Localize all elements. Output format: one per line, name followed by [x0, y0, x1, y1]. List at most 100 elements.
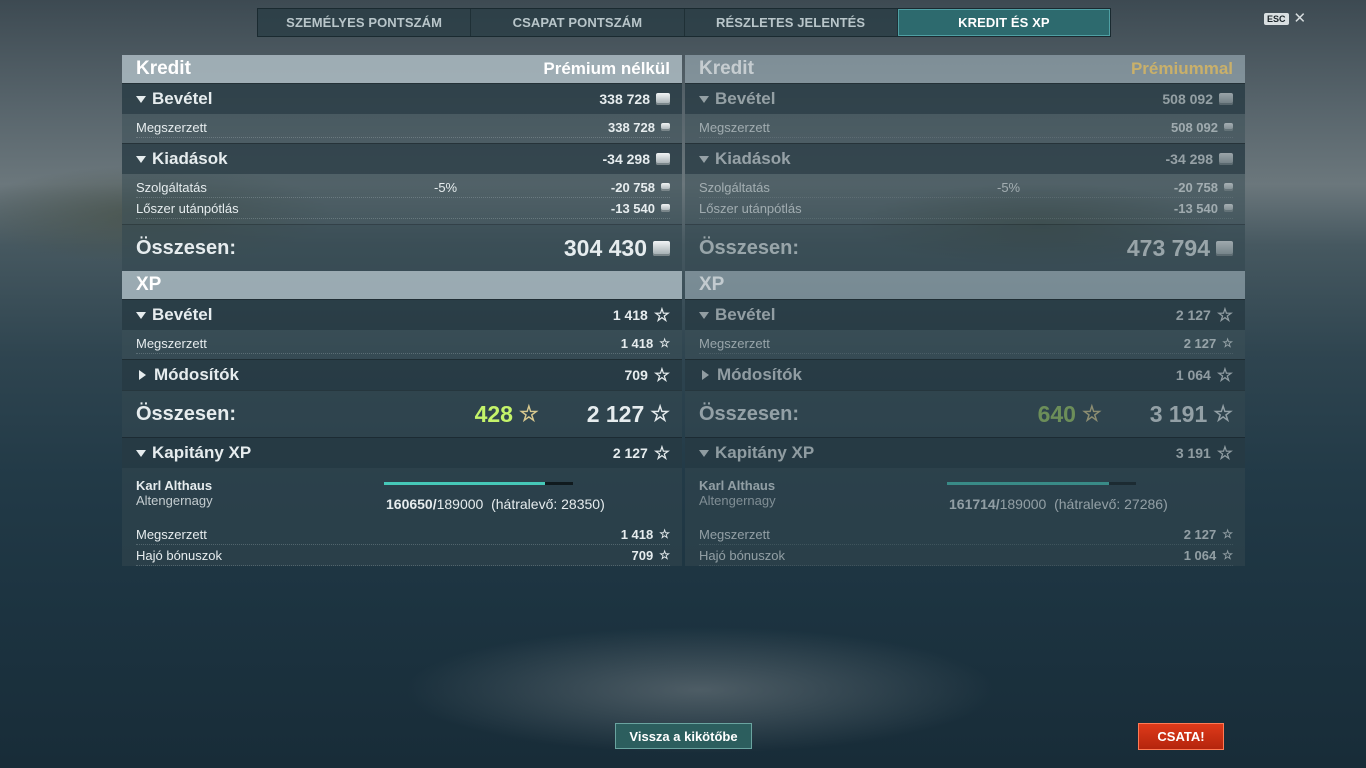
xp-earned-label: Megszerzett	[699, 335, 770, 351]
credit-expenses-row[interactable]: Kiadások -34 298	[122, 143, 682, 174]
xp-earned-value: 2 127	[1183, 335, 1217, 351]
tab-personal-score[interactable]: SZEMÉLYES PONTSZÁM	[258, 9, 472, 36]
tab-credit-xp[interactable]: KREDIT ÉS XP	[897, 9, 1110, 36]
credit-income-row[interactable]: Bevétel 338 728	[122, 83, 682, 114]
earned-line: Megszerzett 508 092	[699, 117, 1233, 138]
star-icon: ☆	[653, 365, 670, 385]
credit-coin-icon	[1219, 153, 1233, 165]
star-icon: ☆	[653, 305, 670, 325]
total-label: Összesen:	[699, 236, 800, 259]
ammo-value: -13 540	[1173, 200, 1218, 216]
star-icon: ☆	[1213, 401, 1233, 426]
progress-fill	[384, 482, 545, 485]
star-icon: ☆	[1216, 305, 1233, 325]
xp-income-row[interactable]: Bevétel 1 418 ☆	[122, 299, 682, 330]
chevron-down-icon	[699, 449, 709, 457]
progress-current: 160650/	[386, 496, 437, 512]
xp-header: XP	[122, 271, 682, 299]
income-label: Bevétel	[152, 89, 213, 108]
total-label: Összesen:	[136, 236, 237, 259]
back-to-port-button[interactable]: Vissza a kikötőbe	[615, 723, 752, 749]
captain-earned-line: Megszerzett 1 418 ☆	[136, 524, 670, 545]
captain-xp-row[interactable]: Kapitány XP 2 127 ☆	[122, 437, 682, 468]
ammo-value: -13 540	[610, 200, 655, 216]
credit-coin-icon	[1224, 204, 1233, 212]
xp-bonus-value: 640	[1037, 400, 1076, 427]
ship-bonus-line: Hajó bónuszok 709 ☆	[136, 545, 670, 566]
tab-team-score[interactable]: CSAPAT PONTSZÁM	[471, 9, 685, 36]
expenses-label: Kiadások	[715, 149, 791, 168]
income-value: 508 092	[1162, 91, 1213, 107]
progress-fill	[947, 482, 1109, 485]
ship-bonus-value: 709	[631, 547, 654, 563]
service-percent: -5%	[997, 180, 1021, 195]
captain-earned-label: Megszerzett	[699, 526, 770, 542]
captain-xp-value: 2 127	[612, 445, 648, 461]
service-line: Szolgáltatás -5% -20 758	[136, 177, 670, 198]
credit-total-value: 473 794	[1126, 234, 1210, 261]
income-details: Megszerzett 338 728	[122, 114, 682, 143]
battle-button[interactable]: CSATA!	[1138, 723, 1224, 750]
modifiers-label: Módosítók	[717, 365, 802, 384]
credit-coin-icon	[1216, 240, 1233, 256]
earned-value: 338 728	[608, 119, 655, 135]
xp-total-value: 2 127	[586, 400, 645, 427]
credit-income-row[interactable]: Bevétel 508 092	[685, 83, 1245, 114]
chevron-down-icon	[136, 95, 146, 103]
service-label: Szolgáltatás	[699, 179, 770, 195]
xp-title: XP	[699, 274, 725, 295]
income-value: 338 728	[599, 91, 650, 107]
chevron-down-icon	[699, 95, 709, 103]
chevron-down-icon	[699, 155, 709, 163]
expenses-value: -34 298	[602, 151, 650, 167]
credit-coin-icon	[661, 183, 670, 191]
ammo-label: Lőszer utánpótlás	[699, 200, 802, 216]
credit-mode: Prémium nélkül	[543, 59, 670, 78]
xp-income-row[interactable]: Bevétel 2 127 ☆	[685, 299, 1245, 330]
total-label: Összesen:	[699, 402, 800, 425]
close-icon[interactable]: ✕	[1294, 11, 1307, 26]
earned-label: Megszerzett	[136, 119, 207, 135]
modifiers-row[interactable]: Módosítók 709 ☆	[122, 359, 682, 390]
captain-progress-text: 160650/189000 (hátralevő: 28350)	[386, 496, 605, 512]
star-icon: ☆	[1216, 443, 1233, 463]
xp-title: XP	[136, 274, 162, 295]
star-icon: ☆	[650, 401, 670, 426]
xp-total-value: 3 191	[1149, 400, 1208, 427]
expenses-details: Szolgáltatás -5% -20 758 Lőszer utánpótl…	[685, 174, 1245, 224]
close-control[interactable]: ESC ✕	[1264, 11, 1307, 26]
income-details: Megszerzett 508 092	[685, 114, 1245, 143]
xp-income-label: Bevétel	[152, 305, 213, 324]
ship-bonus-label: Hajó bónuszok	[136, 547, 222, 563]
panel-no-premium: Kredit Prémium nélkül Bevétel 338 728 Me…	[122, 55, 682, 566]
progress-max: 189000	[999, 496, 1047, 512]
captain-xp-row[interactable]: Kapitány XP 3 191 ☆	[685, 437, 1245, 468]
star-icon: ☆	[653, 443, 670, 463]
credit-header: Kredit Prémium nélkül	[122, 55, 682, 83]
modifiers-label: Módosítók	[154, 365, 239, 384]
captain-xp-value: 3 191	[1175, 445, 1211, 461]
captain-progress-bar	[384, 482, 573, 485]
credit-total-row: Összesen: 473 794	[685, 224, 1245, 271]
expenses-details: Szolgáltatás -5% -20 758 Lőszer utánpótl…	[122, 174, 682, 224]
credit-expenses-row[interactable]: Kiadások -34 298	[685, 143, 1245, 174]
esc-key-badge: ESC	[1264, 13, 1289, 25]
ship-bonus-line: Hajó bónuszok 1 064 ☆	[699, 545, 1233, 566]
credit-mode: Prémiummal	[1130, 59, 1233, 78]
modifiers-row[interactable]: Módosítók 1 064 ☆	[685, 359, 1245, 390]
xp-income-value: 1 418	[612, 307, 648, 323]
credit-coin-icon	[656, 93, 670, 105]
ship-bonus-value: 1 064	[1183, 547, 1217, 563]
tab-detailed-report[interactable]: RÉSZLETES JELENTÉS	[685, 9, 898, 36]
service-value: -20 758	[610, 179, 655, 195]
credit-coin-icon	[653, 240, 670, 256]
ammo-label: Lőszer utánpótlás	[136, 200, 239, 216]
captain-earned-value: 1 418	[620, 526, 654, 542]
earned-value: 508 092	[1171, 119, 1218, 135]
credit-header: Kredit Prémiummal	[685, 55, 1245, 83]
credit-title: Kredit	[699, 58, 754, 79]
chevron-down-icon	[136, 155, 146, 163]
credit-coin-icon	[656, 153, 670, 165]
xp-header: XP	[685, 271, 1245, 299]
captain-details: Karl Althaus Altengernagy 160650/189000 …	[122, 468, 682, 566]
